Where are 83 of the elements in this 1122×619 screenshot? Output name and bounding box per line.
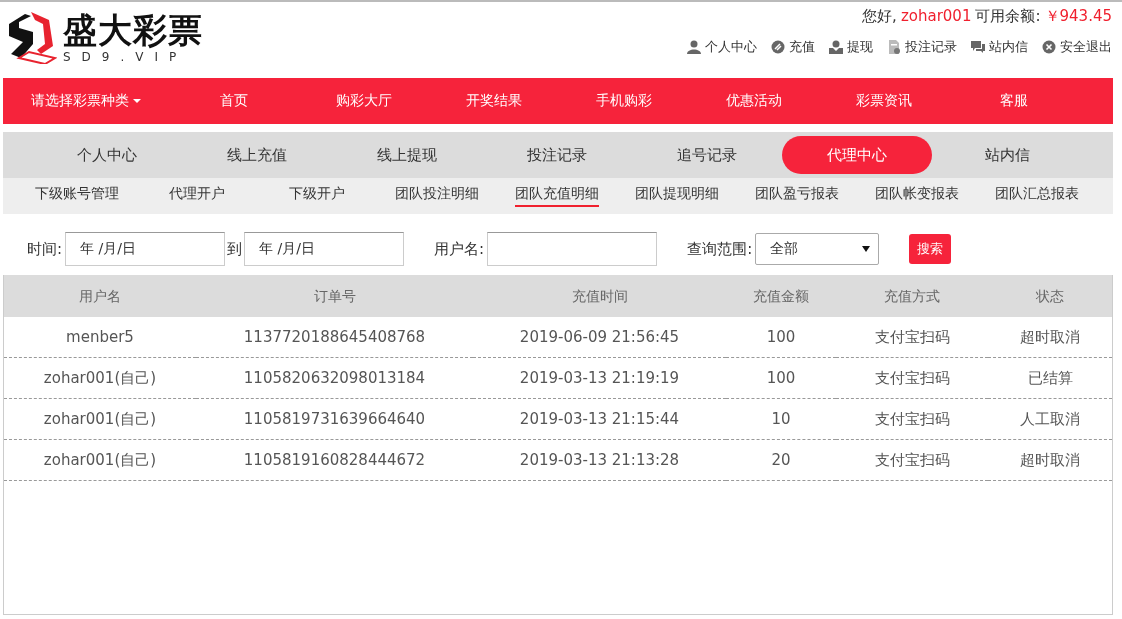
table-cell: 已结算 <box>988 358 1112 399</box>
document-icon <box>887 40 901 54</box>
table-cell: 2019-03-13 21:15:44 <box>473 399 726 440</box>
subtab[interactable]: 团队汇总报表 <box>995 185 1079 207</box>
nav-link[interactable]: 首页 <box>169 92 299 110</box>
subtab[interactable]: 团队充值明细 <box>515 185 599 207</box>
user-menu-link[interactable]: 充值 <box>771 38 815 56</box>
table-cell: 超时取消 <box>988 440 1112 481</box>
to-label: 到 <box>227 239 243 259</box>
tab[interactable]: 代理中心 <box>782 136 932 174</box>
table-cell: 2019-06-09 21:56:45 <box>473 317 726 358</box>
table-cell: zohar001(自己) <box>4 399 196 440</box>
balance-label: 可用余额: <box>975 6 1041 27</box>
tab[interactable]: 站内信 <box>932 136 1082 174</box>
table-cell: 支付宝扫码 <box>836 358 988 399</box>
caret-icon <box>862 246 871 252</box>
table-cell: 20 <box>726 440 836 481</box>
tag-icon <box>771 40 785 54</box>
table-cell: 1137720188645408768 <box>196 317 473 358</box>
table-cell: zohar001(自己) <box>4 358 196 399</box>
category-dropdown[interactable]: 请选择彩票种类 <box>3 92 169 110</box>
table-cell: 100 <box>726 358 836 399</box>
table-cell: 超时取消 <box>988 317 1112 358</box>
column-header: 订单号 <box>196 275 473 317</box>
table-cell: 10 <box>726 399 836 440</box>
time-label: 时间: <box>27 239 63 259</box>
tab[interactable]: 线上充值 <box>182 136 332 174</box>
person-icon <box>687 40 701 54</box>
table-cell: 2019-03-13 21:13:28 <box>473 440 726 481</box>
subtab[interactable]: 下级开户 <box>289 185 345 207</box>
table-cell: 2019-03-13 21:19:19 <box>473 358 726 399</box>
nav-link[interactable]: 优惠活动 <box>689 92 819 110</box>
column-header: 充值金额 <box>726 275 836 317</box>
tab[interactable]: 个人中心 <box>32 136 182 174</box>
greeting-text: 您好, <box>862 6 897 27</box>
subtab[interactable]: 团队投注明细 <box>395 185 479 207</box>
scope-dropdown[interactable]: 全部 <box>755 233 880 265</box>
subtab[interactable]: 团队盈亏报表 <box>755 185 839 207</box>
table-cell: 100 <box>726 317 836 358</box>
user-menu-link[interactable]: 提现 <box>829 38 873 56</box>
nav-link[interactable]: 购彩大厅 <box>299 92 429 110</box>
chat-icon <box>971 40 985 54</box>
nav-link[interactable]: 手机购彩 <box>559 92 689 110</box>
table-cell: zohar001(自己) <box>4 440 196 481</box>
user-menu-link[interactable]: 站内信 <box>971 38 1028 56</box>
table-cell: 支付宝扫码 <box>836 440 988 481</box>
table-cell: menber5 <box>4 317 196 358</box>
nav-link[interactable]: 开奖结果 <box>429 92 559 110</box>
username-text: zohar001 <box>900 6 972 27</box>
date-field[interactable]: 年 /月/日 <box>65 232 226 266</box>
subtab[interactable]: 团队提现明细 <box>635 185 719 207</box>
close-circle-icon <box>1042 40 1056 54</box>
table-cell: 1105819731639664640 <box>196 399 473 440</box>
table-cell: 1105820632098013184 <box>196 358 473 399</box>
table-cell: 支付宝扫码 <box>836 399 988 440</box>
username-label: 用户名: <box>434 239 485 259</box>
subtab[interactable]: 下级账号管理 <box>35 185 119 207</box>
scope-label: 查询范围: <box>687 239 753 259</box>
subtab[interactable]: 代理开户 <box>169 185 225 207</box>
balance-amount: ￥943.45 <box>1044 6 1112 27</box>
table-cell: 支付宝扫码 <box>836 317 988 358</box>
tab[interactable]: 追号记录 <box>632 136 782 174</box>
tab[interactable]: 线上提现 <box>332 136 482 174</box>
column-header: 用户名 <box>4 275 196 317</box>
date-field[interactable]: 年 /月/日 <box>244 232 405 266</box>
subtab[interactable]: 团队帐变报表 <box>875 185 959 207</box>
column-header: 充值时间 <box>473 275 726 317</box>
search-button[interactable]: 搜索 <box>909 234 952 264</box>
column-header: 充值方式 <box>836 275 988 317</box>
tab[interactable]: 投注记录 <box>482 136 632 174</box>
user-menu-link[interactable]: 投注记录 <box>887 38 957 56</box>
user-menu-link[interactable]: 安全退出 <box>1042 38 1112 56</box>
username-field[interactable] <box>487 232 658 266</box>
table-cell: 人工取消 <box>988 399 1112 440</box>
user-menu-link[interactable]: 个人中心 <box>687 38 757 56</box>
coin-tray-icon <box>829 40 843 54</box>
caret-icon <box>133 99 141 103</box>
nav-link[interactable]: 客服 <box>949 92 1079 110</box>
logo-subtitle: SD9.VIP <box>63 50 189 64</box>
logo-title: 盛大彩票 <box>63 10 203 50</box>
table-cell: 1105819160828444672 <box>196 440 473 481</box>
column-header: 状态 <box>988 275 1112 317</box>
nav-link[interactable]: 彩票资讯 <box>819 92 949 110</box>
